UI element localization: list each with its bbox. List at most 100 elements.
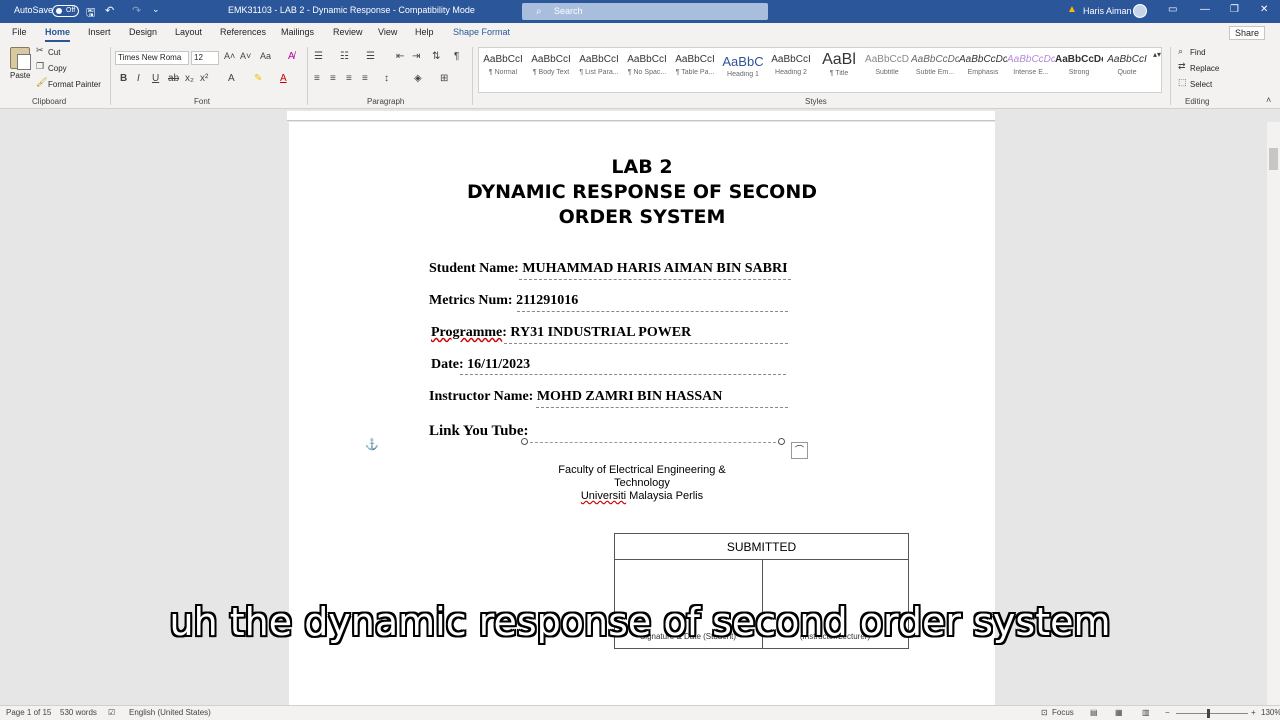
style-no-spacing[interactable]: AaBbCcI ¶ No Spac...: [623, 48, 671, 92]
restore-icon[interactable]: ❐: [1230, 4, 1239, 15]
style-quote[interactable]: AaBbCcI Quote: [1103, 48, 1151, 92]
customize-toolbar-icon[interactable]: ⌄: [152, 4, 160, 15]
style-table-paragraph[interactable]: AaBbCcI ¶ Table Pa...: [671, 48, 719, 92]
shape-handle-right[interactable]: [778, 438, 785, 445]
replace-icon[interactable]: ⇄: [1178, 61, 1186, 72]
focus-button[interactable]: Focus: [1052, 708, 1074, 717]
scroll-thumb[interactable]: [1269, 148, 1278, 170]
font-name-select[interactable]: Times New Roma: [115, 51, 189, 65]
tab-references[interactable]: References: [220, 27, 266, 37]
align-center-icon[interactable]: ≡: [330, 73, 336, 84]
show-marks-icon[interactable]: ¶: [454, 51, 459, 62]
language[interactable]: English (United States): [129, 708, 211, 717]
style-normal[interactable]: AaBbCcI ¶ Normal: [479, 48, 527, 92]
format-painter-button[interactable]: Format Painter: [48, 80, 101, 89]
date-field[interactable]: Date: 16/11/2023: [431, 357, 530, 373]
style-emphasis[interactable]: AaBbCcDc Emphasis: [959, 48, 1007, 92]
horizontal-ruler[interactable]: [287, 111, 995, 121]
autosave-toggle[interactable]: Off: [52, 5, 79, 17]
zoom-in-icon[interactable]: +: [1251, 708, 1256, 717]
layout-options-icon[interactable]: ⌒: [791, 442, 808, 459]
increase-indent-icon[interactable]: ⇥: [412, 51, 420, 62]
justify-icon[interactable]: ≡: [362, 73, 368, 84]
highlight-icon[interactable]: ✎: [254, 73, 262, 84]
tab-design[interactable]: Design: [129, 27, 157, 37]
close-icon[interactable]: ✕: [1260, 4, 1268, 15]
tab-view[interactable]: View: [378, 27, 397, 37]
italic-icon[interactable]: I: [137, 73, 140, 84]
style-subtle-emphasis[interactable]: AaBbCcDc Subtle Em...: [911, 48, 959, 92]
page-count[interactable]: Page 1 of 15: [6, 708, 51, 717]
zoom-out-icon[interactable]: −: [1165, 708, 1170, 717]
font-color-icon[interactable]: A: [280, 73, 287, 84]
style-title[interactable]: AaBl ¶ Title: [815, 48, 863, 92]
zoom-slider-thumb[interactable]: [1207, 709, 1210, 718]
copy-button[interactable]: Copy: [48, 64, 67, 73]
align-left-icon[interactable]: ≡: [314, 73, 320, 84]
underline-icon[interactable]: U: [152, 73, 159, 84]
numbering-icon[interactable]: ☷: [340, 51, 349, 62]
line-spacing-icon[interactable]: ↕: [384, 73, 389, 84]
minimize-icon[interactable]: —: [1200, 4, 1210, 15]
style-heading-2[interactable]: AaBbCcI Heading 2: [767, 48, 815, 92]
tab-shape-format[interactable]: Shape Format: [453, 27, 510, 37]
save-icon[interactable]: 🖫: [86, 4, 95, 23]
search-box[interactable]: ⌕ Search: [522, 3, 768, 20]
style-list-paragraph[interactable]: AaBbCcI ¶ List Para...: [575, 48, 623, 92]
tab-layout[interactable]: Layout: [175, 27, 202, 37]
style-strong[interactable]: AaBbCcDc Strong: [1055, 48, 1103, 92]
proofing-icon[interactable]: ☑: [108, 708, 115, 717]
shading-icon[interactable]: ◈: [414, 73, 422, 84]
tab-mailings[interactable]: Mailings: [281, 27, 314, 37]
bullets-icon[interactable]: ☰: [314, 51, 323, 62]
collapse-ribbon-icon[interactable]: ˄: [1266, 95, 1271, 105]
tab-home[interactable]: Home: [45, 27, 71, 42]
select-icon[interactable]: ⬚: [1178, 77, 1187, 88]
tab-help[interactable]: Help: [415, 27, 434, 37]
zoom-slider[interactable]: [1176, 713, 1248, 714]
undo-icon[interactable]: ↶: [105, 4, 114, 17]
cut-icon[interactable]: ✂: [36, 45, 44, 56]
styles-scroll-icon[interactable]: ▴▾: [1153, 50, 1161, 59]
grow-font-icon[interactable]: A˄: [224, 51, 235, 61]
web-layout-icon[interactable]: ▥: [1142, 708, 1150, 717]
copy-icon[interactable]: ❐: [36, 61, 44, 72]
user-name[interactable]: Haris Aiman: [1083, 6, 1132, 16]
style-intense-emphasis[interactable]: AaBbCcDc Intense E...: [1007, 48, 1055, 92]
programme-field[interactable]: Programme: RY31 INDUSTRIAL POWER: [431, 325, 691, 341]
find-icon[interactable]: ⌕: [1178, 46, 1183, 57]
subscript-icon[interactable]: x₂: [185, 73, 194, 84]
strikethrough-icon[interactable]: ab: [168, 73, 179, 84]
youtube-link-field[interactable]: Link You Tube:: [429, 423, 529, 440]
decrease-indent-icon[interactable]: ⇤: [396, 51, 404, 62]
avatar[interactable]: [1133, 4, 1147, 18]
style-subtitle[interactable]: AaBbCcD Subtitle: [863, 48, 911, 92]
focus-icon[interactable]: ⊡: [1041, 708, 1048, 717]
font-size-select[interactable]: 12: [191, 51, 219, 65]
multilevel-list-icon[interactable]: ☰: [366, 51, 375, 62]
share-button[interactable]: Share: [1229, 26, 1266, 40]
shape-handle-left[interactable]: [521, 438, 528, 445]
tab-file[interactable]: File: [12, 27, 27, 37]
print-layout-icon[interactable]: ▦: [1115, 708, 1123, 717]
paste-button[interactable]: Paste: [10, 71, 30, 80]
student-name-field[interactable]: Student Name: MUHAMMAD HARIS AIMAN BIN S…: [429, 261, 788, 277]
borders-icon[interactable]: ⊞: [440, 73, 448, 84]
ribbon-display-icon[interactable]: ▭: [1168, 4, 1177, 15]
metrics-num-field[interactable]: Metrics Num: 211291016: [429, 293, 578, 309]
bold-icon[interactable]: B: [120, 73, 127, 84]
zoom-level[interactable]: 130%: [1261, 708, 1280, 717]
style-heading-1[interactable]: AaBbC Heading 1: [719, 48, 767, 92]
change-case-icon[interactable]: Aa: [260, 51, 271, 61]
instructor-name-field[interactable]: Instructor Name: MOHD ZAMRI BIN HASSAN: [429, 389, 722, 405]
anchor-icon[interactable]: ⚓: [365, 438, 379, 451]
tab-insert[interactable]: Insert: [88, 27, 111, 37]
style-body-text[interactable]: AaBbCcI ¶ Body Text: [527, 48, 575, 92]
clear-formatting-icon[interactable]: A̸: [288, 51, 295, 62]
read-mode-icon[interactable]: ▤: [1090, 708, 1098, 717]
selected-shape-line[interactable]: [525, 442, 781, 443]
redo-icon[interactable]: ↷: [132, 4, 141, 17]
find-button[interactable]: Find: [1190, 48, 1206, 57]
cut-button[interactable]: Cut: [48, 48, 60, 57]
align-right-icon[interactable]: ≡: [346, 73, 352, 84]
